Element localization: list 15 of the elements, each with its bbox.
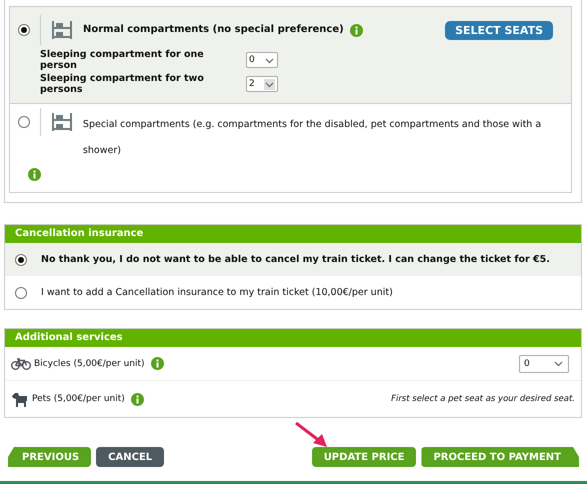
hint-text: First select a pet seat as your desired seat. (391, 394, 575, 404)
option-label: No thank you, I do not want to be able to cancel my train ticket. I can change the ticket for €5. (41, 254, 550, 265)
section-header: Cancellation insurance (5, 225, 581, 243)
select-seats-button[interactable]: SELECT SEATS (445, 20, 553, 40)
service-label: Pets (5,00€/per unit) (32, 394, 125, 404)
service-label: Bicycles (5,00€/per unit) (34, 358, 145, 368)
field-label: Sleeping compartment for two persons (40, 73, 205, 95)
option-label: I want to add a Cancellation insurance to my train ticket (10,00€/per unit) (41, 287, 393, 298)
field-label: Sleeping compartment for one person (40, 49, 205, 71)
section-header: Additional services (5, 329, 581, 347)
dropdown[interactable]: 0 (519, 354, 569, 372)
nav-button[interactable]: CANCEL (96, 447, 164, 467)
option-label: Special compartments (e.g. compartments for the disabled, pet compartments and those with a shower) (82, 118, 542, 158)
dropdown[interactable]: 0 (246, 52, 278, 68)
option-label: Normal compartments (no special preference) (83, 23, 344, 37)
